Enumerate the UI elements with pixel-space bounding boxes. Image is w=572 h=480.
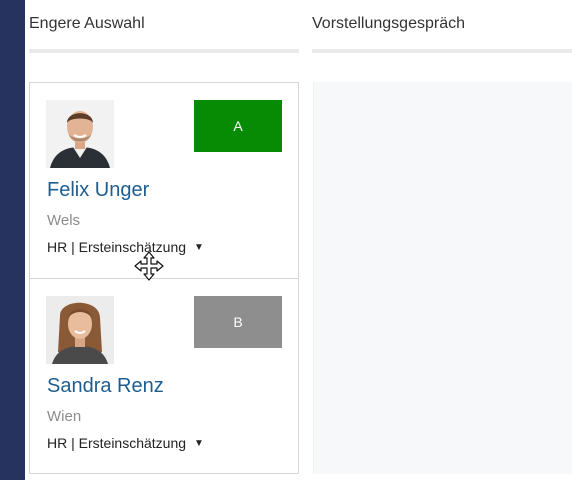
rating-badge: B	[194, 296, 282, 348]
stage-label: HR | Ersteinschätzung	[47, 239, 187, 255]
column-header-interview: Vorstellungsgespräch	[312, 0, 572, 53]
rating-badge: A	[194, 100, 282, 152]
candidate-name-link[interactable]: Felix Unger	[47, 179, 149, 202]
stage-dropdown[interactable]: HR | Ersteinschätzung ▼	[47, 435, 204, 451]
column-drop-zone-interview[interactable]	[313, 82, 572, 474]
column-header-shortlist: Engere Auswahl	[29, 0, 299, 53]
caret-down-icon: ▼	[194, 241, 204, 253]
column-divider	[29, 49, 299, 53]
candidate-city: Wien	[47, 408, 82, 425]
candidate-card[interactable]: B Sandra Renz Wien HR | Ersteinschätzung…	[30, 279, 298, 474]
avatar	[46, 296, 114, 364]
stage-label: HR | Ersteinschätzung	[47, 435, 187, 451]
caret-down-icon: ▼	[194, 437, 204, 449]
kanban-board: Engere Auswahl Vorstellungsgespräch A Fe…	[25, 0, 572, 480]
stage-dropdown[interactable]: HR | Ersteinschätzung ▼	[47, 239, 204, 255]
column-divider	[312, 49, 572, 53]
column-title: Vorstellungsgespräch	[312, 15, 465, 32]
move-cursor-icon	[133, 250, 165, 282]
candidate-city: Wels	[47, 212, 81, 229]
avatar	[46, 100, 114, 168]
candidate-name-link[interactable]: Sandra Renz	[47, 375, 164, 398]
column-title: Engere Auswahl	[29, 15, 145, 32]
